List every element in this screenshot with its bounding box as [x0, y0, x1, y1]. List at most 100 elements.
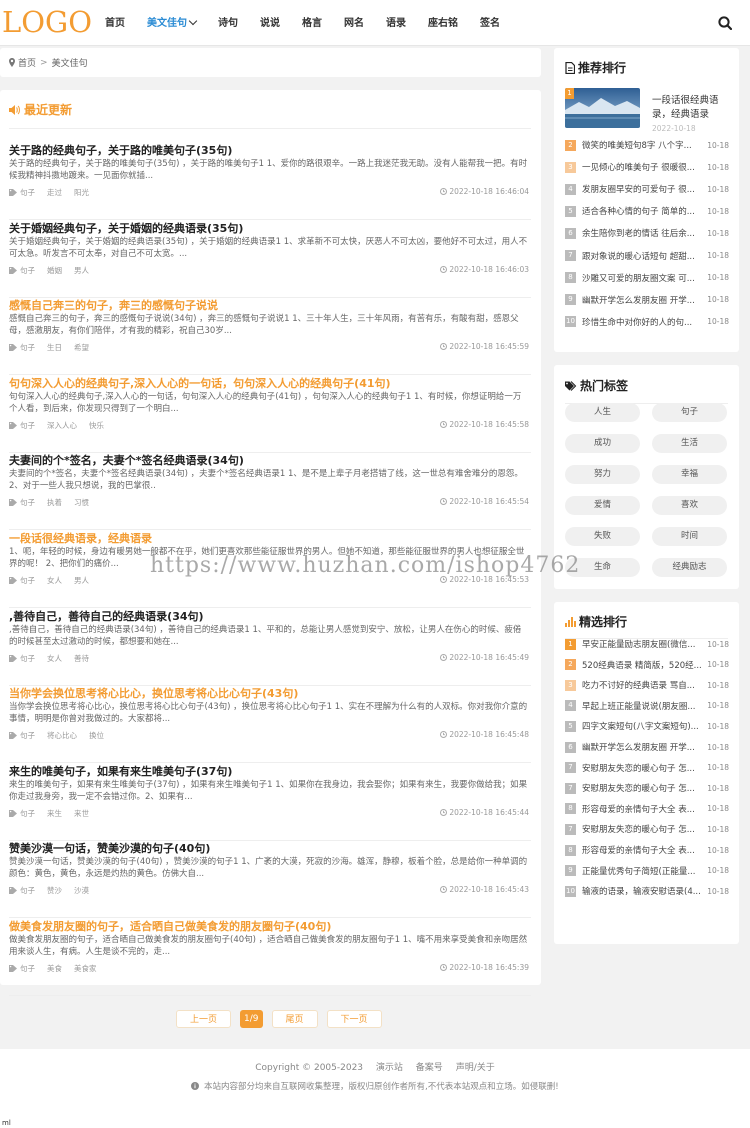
footer-link[interactable]: 声明/关于	[456, 1063, 495, 1073]
rank-item[interactable]: 3 吃力不讨好的经典语录 骂自... 10-18	[565, 676, 729, 694]
tag-pill[interactable]: 喜欢	[652, 496, 727, 515]
article-tag[interactable]: 执着	[47, 497, 62, 508]
last-page-button[interactable]: 尾页	[271, 1010, 318, 1028]
article-tag[interactable]: 句子	[20, 265, 35, 276]
next-page-button[interactable]: 下一页	[326, 1010, 382, 1028]
rank-title[interactable]: 沙雕又可爱的朋友圈文案 可...	[582, 272, 707, 284]
article-tag[interactable]: 美食家	[74, 963, 97, 974]
article-tag[interactable]: 句子	[20, 497, 35, 508]
rank-title[interactable]: 幽默开学怎么发朋友圈 开学...	[582, 294, 707, 306]
nav-item[interactable]: 首页	[94, 0, 136, 46]
article-tag[interactable]: 来生	[47, 808, 62, 819]
tag-pill[interactable]: 生活	[652, 434, 727, 453]
nav-item[interactable]: 语录	[375, 0, 417, 46]
article-tag[interactable]: 句子	[20, 575, 35, 586]
rank-item[interactable]: 4 早起上班正能量说说(朋友圈... 10-18	[565, 697, 729, 715]
rank-item[interactable]: 7 安慰朋友失恋的暖心句子 怎... 10-18	[565, 820, 729, 838]
rank-item[interactable]: 2 微笑的唯美短句8字 八个字... 10-18	[565, 136, 729, 154]
article-tag[interactable]: 句子	[20, 420, 35, 431]
nav-item[interactable]: 诗句	[207, 0, 249, 46]
nav-item[interactable]: 说说	[249, 0, 291, 46]
tag-pill[interactable]: 经典励志	[652, 558, 727, 577]
article-tag[interactable]: 希望	[74, 342, 89, 353]
rank-title[interactable]: 早安正能量励志朋友圈(微信...	[582, 638, 707, 650]
nav-item[interactable]: 网名	[333, 0, 375, 46]
article-tag[interactable]: 沙漠	[74, 885, 89, 896]
article-tag[interactable]: 善待	[74, 653, 89, 664]
article-tag[interactable]: 快乐	[89, 420, 104, 431]
rank-item[interactable]: 6 幽默开学怎么发朋友圈 开学... 10-18	[565, 738, 729, 756]
article-tag[interactable]: 赞沙	[47, 885, 62, 896]
rank-item[interactable]: 2 520经典语录 精简版，520经... 10-18	[565, 656, 729, 674]
article-tag[interactable]: 句子	[20, 885, 35, 896]
rank-item[interactable]: 9 幽默开学怎么发朋友圈 开学... 10-18	[565, 291, 729, 309]
rank-item[interactable]: 3 一见倾心的唯美句子 很暖很... 10-18	[565, 158, 729, 176]
article-tag[interactable]: 阳光	[74, 187, 89, 198]
rank-item[interactable]: 6 余生陪你到老的情话 往后余... 10-18	[565, 224, 729, 242]
rank-item[interactable]: 5 适合各种心情的句子 简单的... 10-18	[565, 202, 729, 220]
rank-title[interactable]: 珍惜生命中对你好的人的句...	[582, 316, 707, 328]
rank-title[interactable]: 一见倾心的唯美句子 很暖很...	[582, 161, 707, 173]
rank-item[interactable]: 7 跟对象说的暖心话短句 超甜... 10-18	[565, 247, 729, 265]
site-logo[interactable]: LOGO	[2, 5, 92, 39]
nav-item[interactable]: 格言	[291, 0, 333, 46]
rank-item[interactable]: 9 正能量优秀句子简短(正能量... 10-18	[565, 862, 729, 880]
rank-title[interactable]: 形容母爱的亲情句子大全 表...	[582, 844, 707, 856]
article-tag[interactable]: 句子	[20, 808, 35, 819]
rank-item[interactable]: 1 早安正能量励志朋友圈(微信... 10-18	[565, 635, 729, 653]
search-icon[interactable]	[718, 16, 732, 30]
rank-title[interactable]: 输液的语录，输液安慰语录(4...	[582, 885, 707, 897]
rank-item[interactable]: 8 沙雕又可爱的朋友圈文案 可... 10-18	[565, 269, 729, 287]
rank-title[interactable]: 吃力不讨好的经典语录 骂自...	[582, 679, 707, 691]
tag-pill[interactable]: 句子	[652, 403, 727, 422]
article-title[interactable]: 赞美沙漠一句话，赞美沙漠的句子(40句)	[9, 840, 210, 856]
rank-item[interactable]: 5 四字文案短句(八字文案短句)... 10-18	[565, 717, 729, 735]
tag-pill[interactable]: 生命	[565, 558, 640, 577]
rank-title[interactable]: 安慰朋友失恋的暖心句子 怎...	[582, 762, 707, 774]
rank-title[interactable]: 520经典语录 精简版，520经...	[582, 659, 707, 671]
nav-item[interactable]: 座右铭	[417, 0, 469, 46]
tag-pill[interactable]: 爱情	[565, 496, 640, 515]
rank-title[interactable]: 正能量优秀句子简短(正能量...	[582, 865, 707, 877]
rank-item[interactable]: 4 发朋友圈早安的可爱句子 很... 10-18	[565, 180, 729, 198]
article-title[interactable]: 来生的唯美句子，如果有来生唯美句子(37句)	[9, 763, 232, 779]
rank-item[interactable]: 10 输液的语录，输液安慰语录(4... 10-18	[565, 882, 729, 900]
article-tag[interactable]: 生日	[47, 342, 62, 353]
prev-page-button[interactable]: 上一页	[176, 1010, 232, 1028]
article-tag[interactable]: 句子	[20, 963, 35, 974]
rank-title[interactable]: 发朋友圈早安的可爱句子 很...	[582, 183, 707, 195]
rank-item[interactable]: 8 形容母爱的亲情句子大全 表... 10-18	[565, 800, 729, 818]
rank-title[interactable]: 安慰朋友失恋的暖心句子 怎...	[582, 823, 707, 835]
article-tag[interactable]: 句子	[20, 342, 35, 353]
article-tag[interactable]: 美食	[47, 963, 62, 974]
rank-title[interactable]: 余生陪你到老的情话 往后余...	[582, 227, 707, 239]
tag-pill[interactable]: 失败	[565, 527, 640, 546]
article-title[interactable]: 句句深入人心的经典句子,深入人心的一句话，句句深入人心的经典句子(41句)	[9, 375, 391, 391]
article-title[interactable]: ,善待自己，善待自己的经典语录(34句)	[9, 608, 204, 624]
featured-thumbnail[interactable]: 1	[565, 88, 640, 128]
rank-title[interactable]: 早起上班正能量说说(朋友圈...	[582, 700, 707, 712]
article-tag[interactable]: 走过	[47, 187, 62, 198]
breadcrumb-home[interactable]: 首页	[18, 56, 36, 69]
rank-item[interactable]: 10 珍惜生命中对你好的人的句... 10-18	[565, 313, 729, 331]
featured-title[interactable]: 一段话很经典语录，经典语录	[652, 94, 730, 122]
tag-pill[interactable]: 时间	[652, 527, 727, 546]
article-title[interactable]: 关于婚姻经典句子，关于婚姻的经典语录(35句)	[9, 220, 243, 236]
rank-title[interactable]: 幽默开学怎么发朋友圈 开学...	[582, 741, 707, 753]
rank-item[interactable]: 7 安慰朋友失恋的暖心句子 怎... 10-18	[565, 779, 729, 797]
article-tag[interactable]: 男人	[74, 265, 89, 276]
tag-pill[interactable]: 人生	[565, 403, 640, 422]
rank-title[interactable]: 微笑的唯美短句8字 八个字...	[582, 139, 707, 151]
nav-item[interactable]: 签名	[469, 0, 511, 46]
article-tag[interactable]: 句子	[20, 730, 35, 741]
rank-title[interactable]: 形容母爱的亲情句子大全 表...	[582, 803, 707, 815]
rank-title[interactable]: 跟对象说的暖心话短句 超甜...	[582, 250, 707, 262]
article-title[interactable]: 做美食发朋友圈的句子，适合晒自己做美食发的朋友圈句子(40句)	[9, 918, 331, 934]
article-tag[interactable]: 将心比心	[47, 730, 77, 741]
tag-pill[interactable]: 努力	[565, 465, 640, 484]
footer-link[interactable]: 演示站	[376, 1063, 403, 1073]
footer-link[interactable]: 备案号	[416, 1063, 443, 1073]
rank-item[interactable]: 7 安慰朋友失恋的暖心句子 怎... 10-18	[565, 759, 729, 777]
article-tag[interactable]: 女人	[47, 653, 62, 664]
tag-pill[interactable]: 成功	[565, 434, 640, 453]
